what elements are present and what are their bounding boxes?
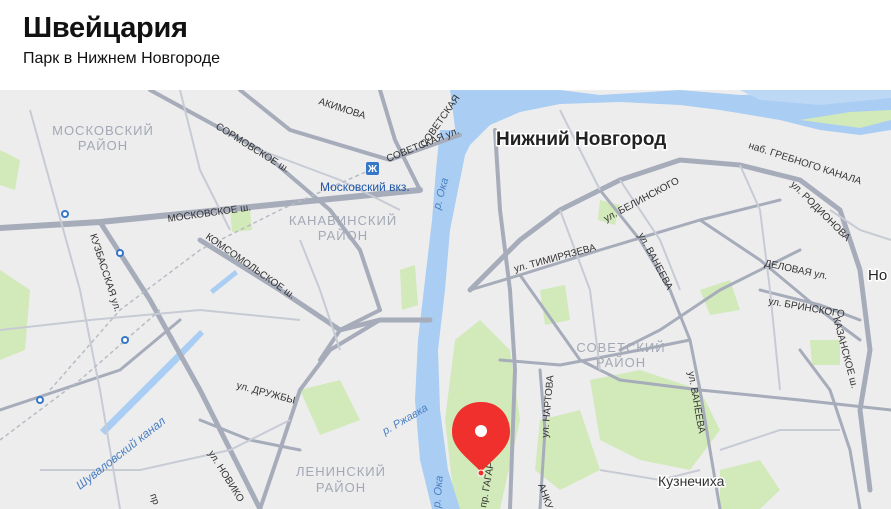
place-subtitle: Парк в Нижнем Новгороде (23, 50, 221, 67)
city-label: Нижний Новгород (496, 129, 666, 150)
district-moskovsky-label: МОСКОВСКИЙ (52, 123, 154, 138)
station-label: Московский вкз. (320, 180, 410, 194)
map-canvas[interactable]: МОСКОВСКИЙ РАЙОН КАНАВИНСКИЙ РАЙОН СОВЕТ… (0, 90, 891, 509)
district-kanavinsky-label-2: РАЙОН (318, 228, 368, 243)
district-leninsky-label: ЛЕНИНСКИЙ (296, 464, 386, 479)
pin-point (477, 469, 485, 477)
svg-text:Ж: Ж (367, 164, 378, 175)
place-title: Швейцария (23, 12, 188, 44)
district-kanavinsky-label: КАНАВИНСКИЙ (289, 213, 397, 228)
district-sovetsky-label: СОВЕТСКИЙ (576, 340, 665, 355)
district-sovetsky-label-2: РАЙОН (596, 355, 646, 370)
map-view[interactable]: МОСКОВСКИЙ РАЙОН КАНАВИНСКИЙ РАЙОН СОВЕТ… (0, 90, 891, 509)
locality-label: Кузнечиха (658, 473, 725, 489)
city-label-edge: Но (868, 267, 887, 284)
district-moskovsky-label-2: РАЙОН (78, 138, 128, 153)
place-header: Швейцария Парк в Нижнем Новгороде (0, 0, 891, 90)
district-leninsky-label-2: РАЙОН (316, 480, 366, 495)
